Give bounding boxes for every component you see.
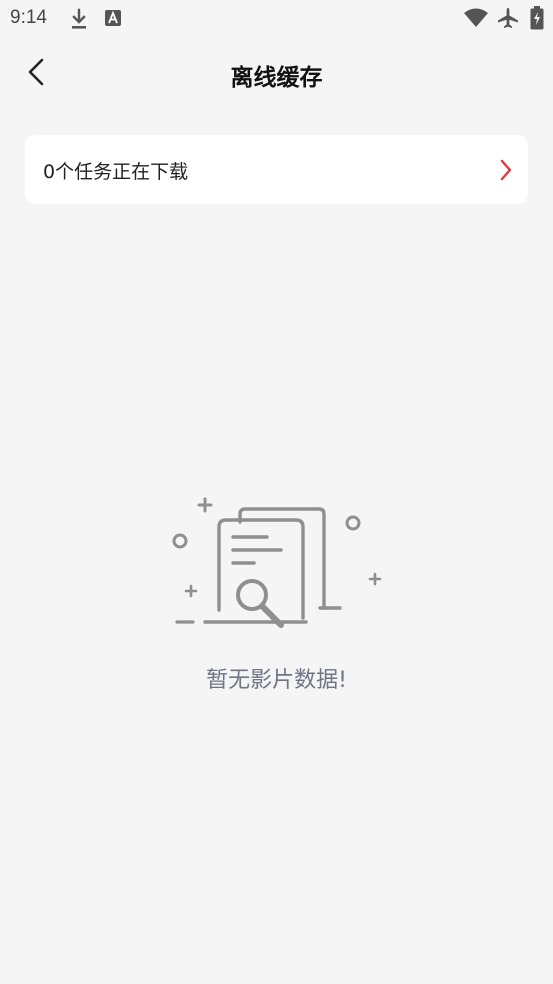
empty-state-illustration [168,492,388,637]
nav-bar: 离线缓存 [0,44,553,104]
text-a-icon [104,9,122,31]
empty-state-message: 暂无影片数据! [206,668,347,693]
airplane-mode-icon [497,7,519,33]
chevron-right-icon [498,157,514,183]
document-search-icon [168,497,388,641]
download-tasks-card[interactable]: 0个任务正在下载 [25,135,528,204]
wifi-icon [463,8,489,32]
status-time: 9:14 [10,7,47,28]
status-bar: 9:14 [0,0,553,38]
page-title: 离线缓存 [230,65,323,91]
download-tasks-label: 0个任务正在下载 [43,161,189,183]
battery-charging-icon [530,6,544,34]
download-icon [70,8,88,34]
